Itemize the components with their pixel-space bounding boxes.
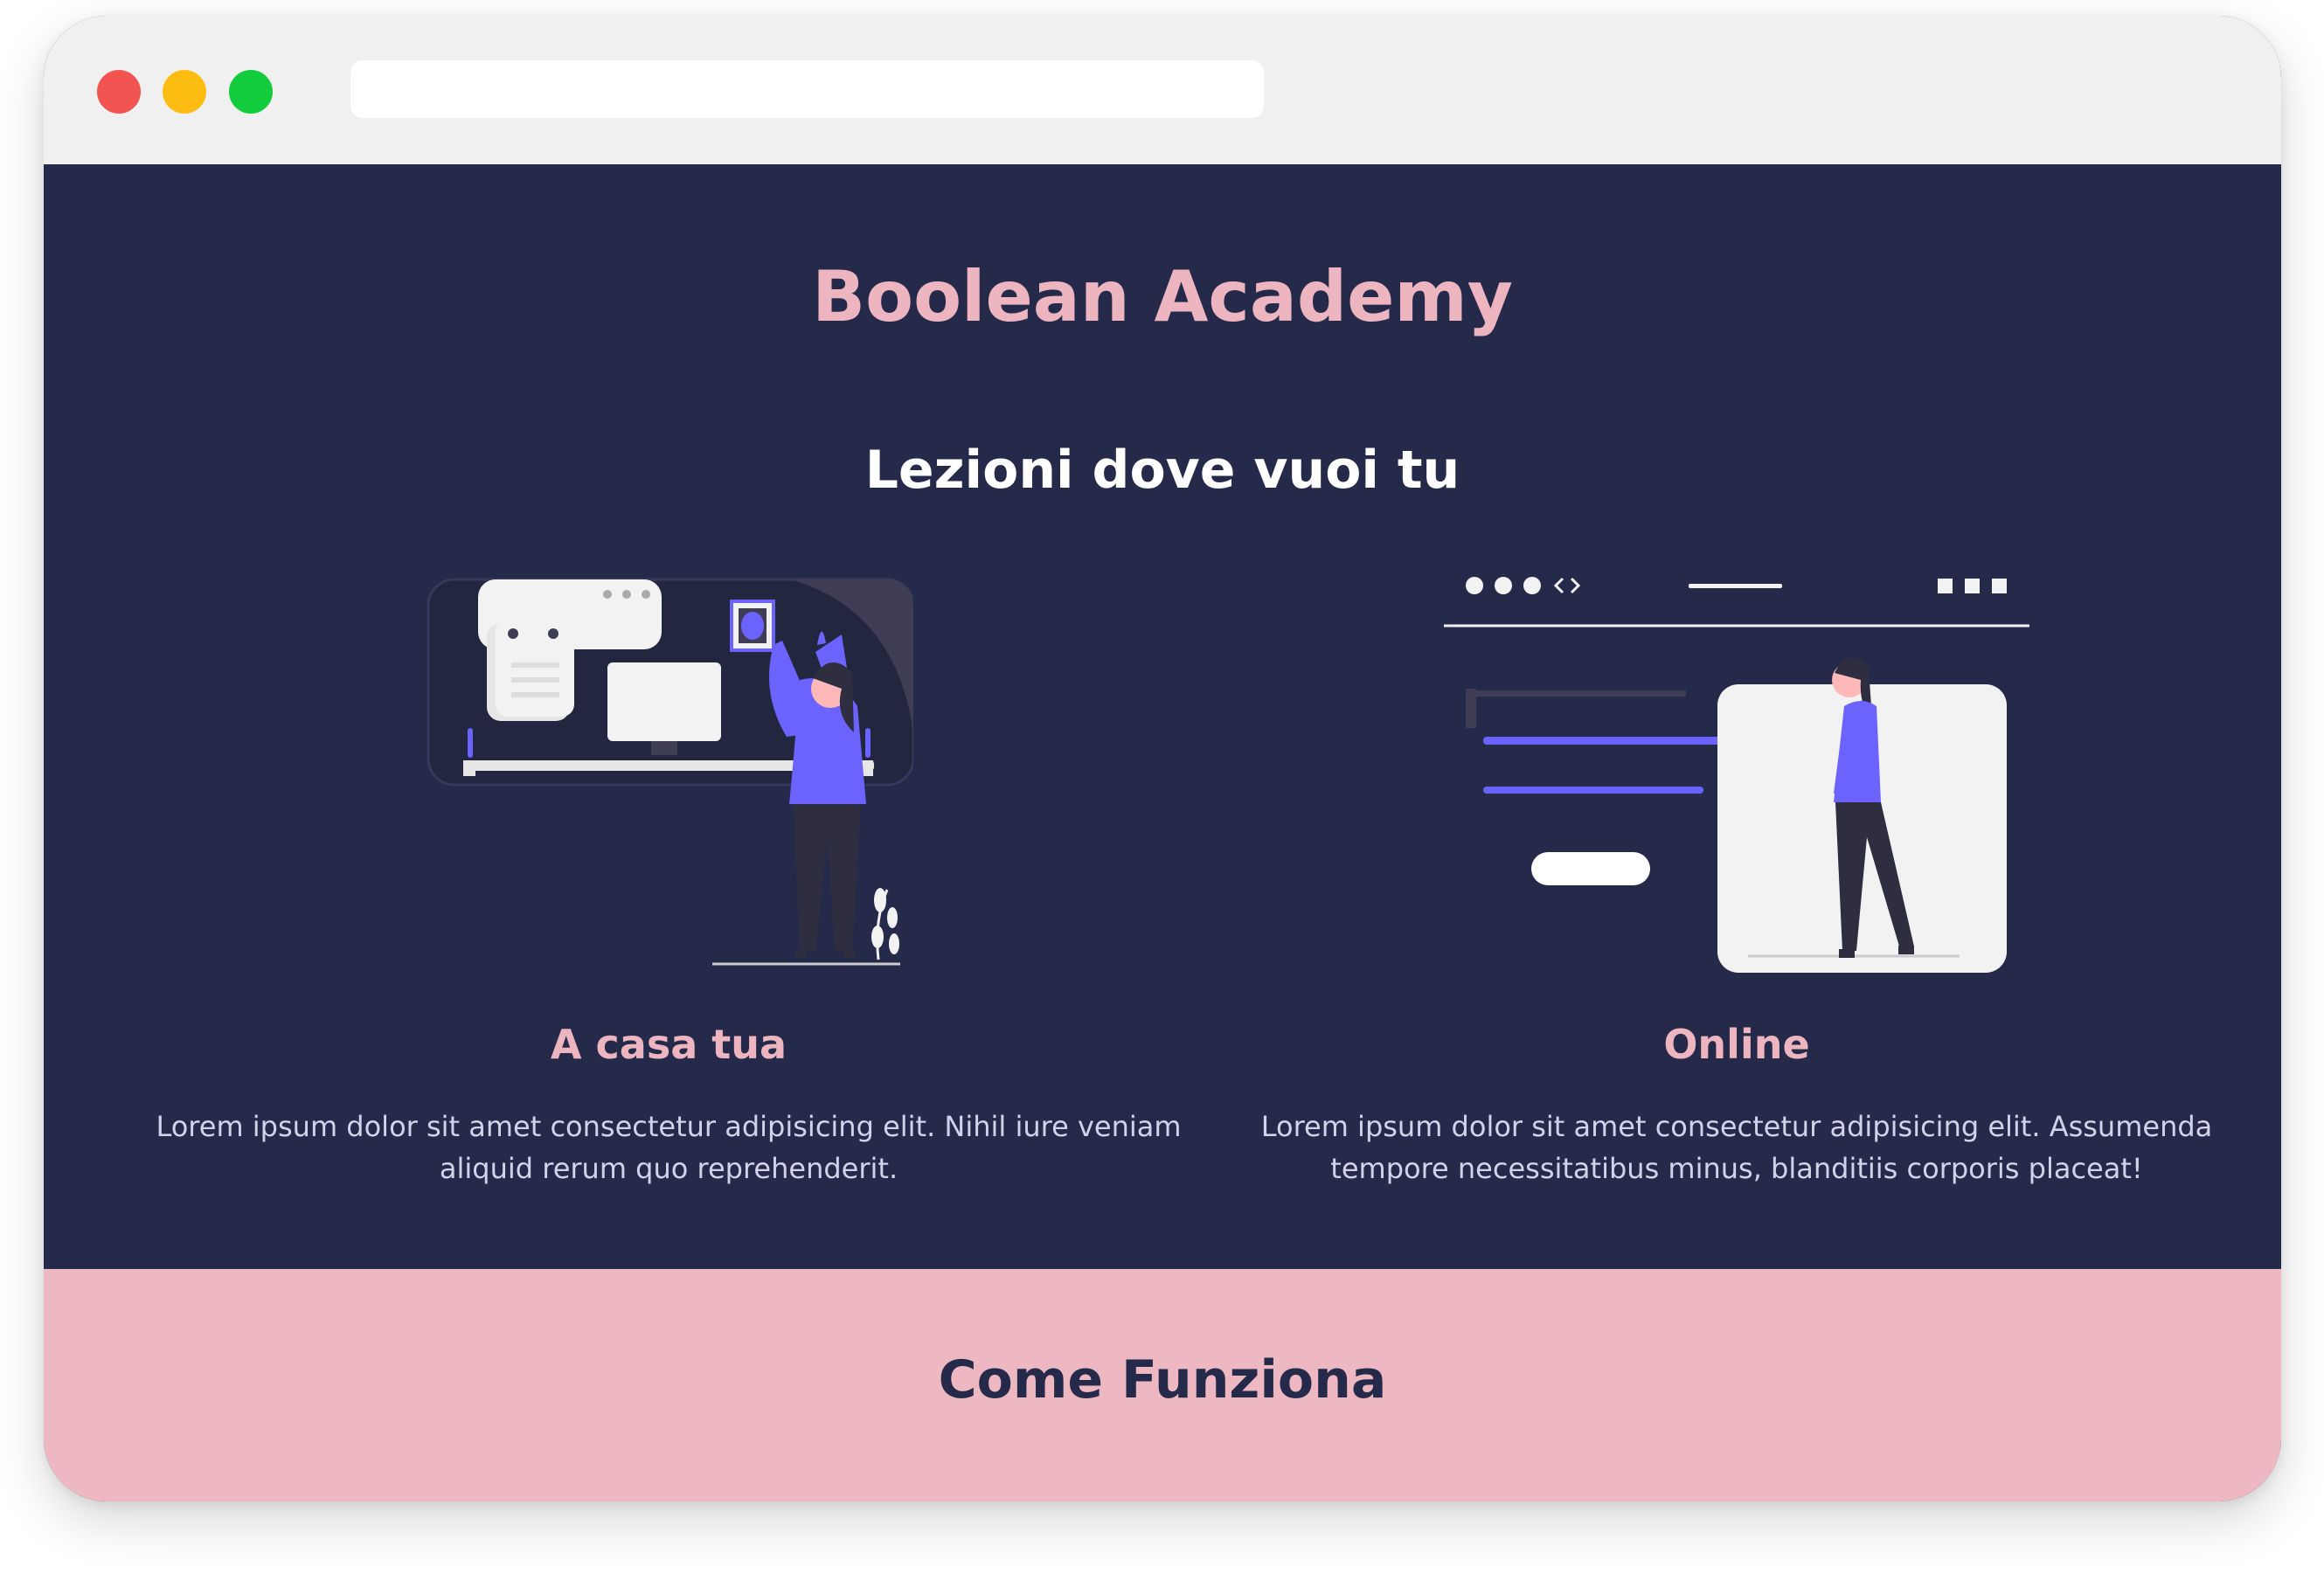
browser-window: Boolean Academy Lezioni dove vuoi tu A c… (44, 16, 2281, 1501)
hero-section: Boolean Academy Lezioni dove vuoi tu A c… (44, 164, 2281, 1269)
woman-online-browser-illustration (1444, 577, 2029, 973)
woman-hanging-pictures-illustration (427, 578, 913, 966)
maximize-window-button[interactable] (229, 70, 273, 114)
card-description: Lorem ipsum dolor sit amet consectetur a… (1260, 1110, 2213, 1185)
section-title: Come Funziona (938, 1349, 1387, 1411)
card-title: Online (1663, 1021, 1810, 1068)
card-title: A casa tua (550, 1021, 787, 1068)
minimize-window-button[interactable] (163, 70, 206, 114)
card-description: Lorem ipsum dolor sit amet consectetur a… (156, 1110, 1182, 1185)
close-window-button[interactable] (97, 70, 141, 114)
how-it-works-section: Come Funziona (44, 1269, 2281, 1501)
section-subtitle: Lezioni dove vuoi tu (864, 440, 1460, 501)
brand-title: Boolean Academy (812, 256, 1513, 337)
browser-toolbar (44, 16, 2281, 164)
address-bar[interactable] (350, 60, 1264, 118)
